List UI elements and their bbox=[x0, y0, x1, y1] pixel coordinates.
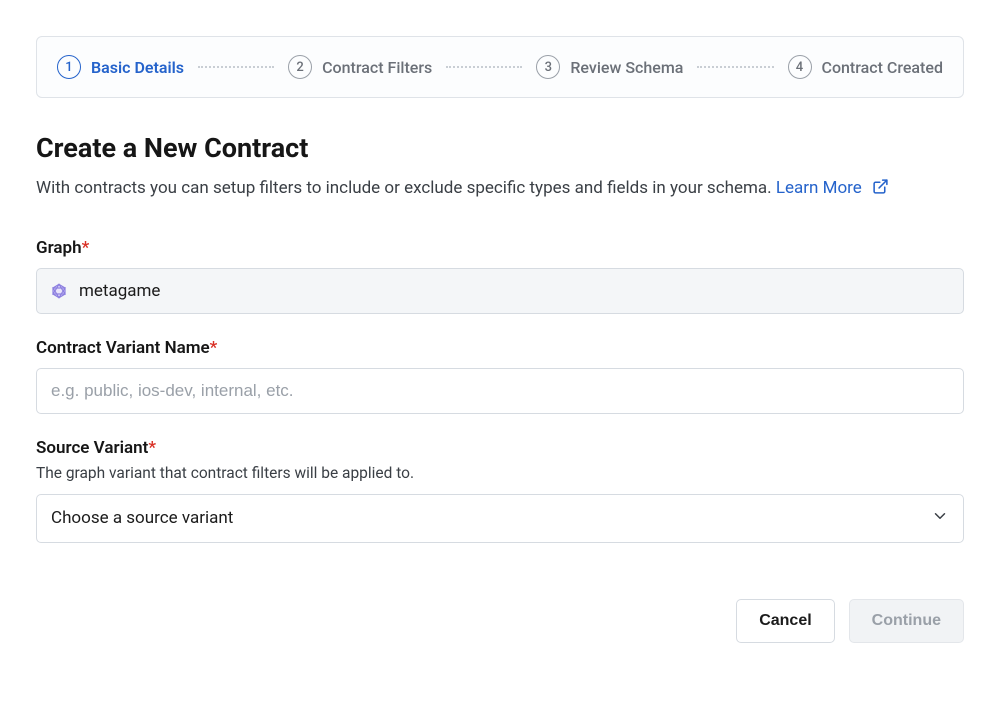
step-label-3: Review Schema bbox=[570, 58, 683, 77]
step-number-3: 3 bbox=[536, 55, 560, 79]
step-review-schema[interactable]: 3 Review Schema bbox=[536, 55, 683, 79]
required-marker: * bbox=[82, 238, 90, 258]
source-variant-label-text: Source Variant bbox=[36, 438, 148, 458]
graph-label-text: Graph bbox=[36, 238, 82, 258]
graph-value: metagame bbox=[79, 281, 160, 301]
step-label-4: Contract Created bbox=[822, 58, 943, 77]
step-label-1: Basic Details bbox=[91, 58, 184, 77]
required-marker: * bbox=[148, 438, 156, 458]
variant-name-field: Contract Variant Name* bbox=[36, 338, 964, 414]
external-link-icon bbox=[872, 178, 889, 195]
chevron-down-icon bbox=[931, 507, 949, 530]
cancel-button[interactable]: Cancel bbox=[736, 599, 834, 643]
stepper-connector bbox=[198, 66, 274, 68]
step-label-2: Contract Filters bbox=[322, 58, 432, 77]
learn-more-link[interactable]: Learn More bbox=[776, 178, 889, 198]
page-description: With contracts you can setup filters to … bbox=[36, 176, 964, 202]
stepper-connector bbox=[697, 66, 773, 68]
required-marker: * bbox=[210, 338, 218, 358]
page-title: Create a New Contract bbox=[36, 132, 964, 164]
federation-graph-icon bbox=[51, 283, 67, 299]
source-variant-placeholder: Choose a source variant bbox=[51, 508, 233, 528]
variant-name-input[interactable] bbox=[36, 368, 964, 414]
stepper: 1 Basic Details 2 Contract Filters 3 Rev… bbox=[36, 36, 964, 98]
graph-readonly-input: metagame bbox=[36, 268, 964, 314]
step-number-2: 2 bbox=[288, 55, 312, 79]
source-variant-label: Source Variant* bbox=[36, 438, 964, 458]
step-number-4: 4 bbox=[788, 55, 812, 79]
description-text: With contracts you can setup filters to … bbox=[36, 178, 772, 198]
variant-name-label-text: Contract Variant Name bbox=[36, 338, 210, 358]
source-variant-helper: The graph variant that contract filters … bbox=[36, 464, 964, 482]
source-variant-select[interactable]: Choose a source variant bbox=[36, 494, 964, 543]
variant-name-label: Contract Variant Name* bbox=[36, 338, 964, 358]
step-number-1: 1 bbox=[57, 55, 81, 79]
source-variant-field: Source Variant* The graph variant that c… bbox=[36, 438, 964, 543]
step-basic-details[interactable]: 1 Basic Details bbox=[57, 55, 184, 79]
graph-label: Graph* bbox=[36, 238, 964, 258]
step-contract-filters[interactable]: 2 Contract Filters bbox=[288, 55, 432, 79]
stepper-connector bbox=[446, 66, 522, 68]
learn-more-label: Learn More bbox=[776, 178, 862, 198]
action-buttons: Cancel Continue bbox=[36, 599, 964, 643]
continue-button[interactable]: Continue bbox=[849, 599, 964, 643]
step-contract-created[interactable]: 4 Contract Created bbox=[788, 55, 943, 79]
graph-field: Graph* metagame bbox=[36, 238, 964, 314]
